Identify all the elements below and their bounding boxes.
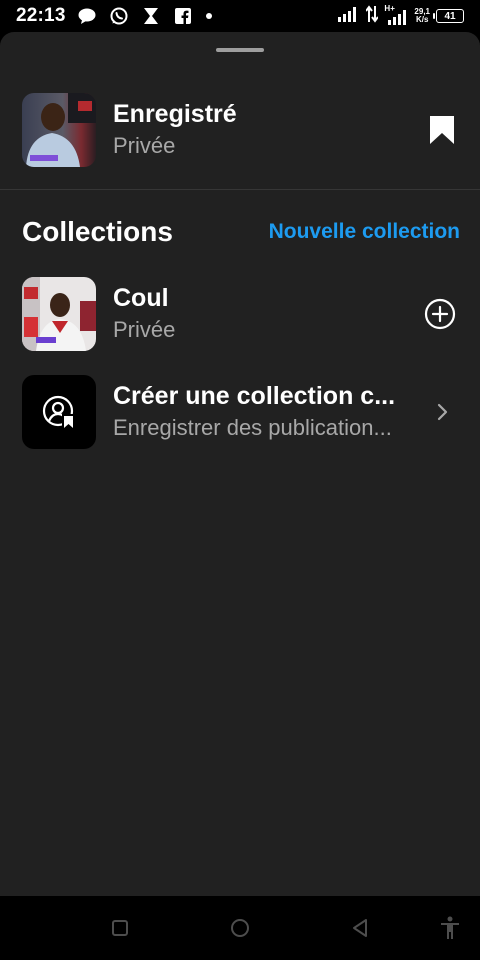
create-collection-thumbnail <box>22 375 96 449</box>
collections-header: Collections Nouvelle collection <box>22 216 460 248</box>
status-bar: 22:13 H+ 29,1 K/s 41 <box>0 0 480 32</box>
accessibility-button[interactable] <box>438 916 462 940</box>
system-indicators: H+ 29,1 K/s 41 <box>338 4 464 28</box>
collections-title: Collections <box>22 216 173 247</box>
collection-thumbnail <box>22 277 96 351</box>
create-collection-title: Créer une collection c... <box>113 382 396 410</box>
create-collection-subtitle: Enregistrer des publication... <box>113 415 392 440</box>
collection-text: Coul Privée <box>113 283 175 345</box>
back-triangle-icon <box>353 919 367 937</box>
battery-icon: 41 <box>433 9 464 23</box>
saved-text: Enregistré Privée <box>113 99 237 161</box>
circle-icon <box>231 919 249 937</box>
signal-h-plus-icon: H+ <box>384 4 408 25</box>
divider <box>0 189 480 190</box>
save-bottom-sheet: Enregistré Privée Collections Nouvelle c… <box>0 32 480 896</box>
bookmark-filled-icon <box>430 116 454 144</box>
facebook-icon <box>174 7 192 25</box>
create-collaborative-collection[interactable]: Créer une collection c... Enregistrer de… <box>0 372 480 452</box>
add-circle-icon <box>424 298 456 330</box>
create-collection-text: Créer une collection c... Enregistrer de… <box>113 381 413 443</box>
chevron-button[interactable] <box>428 397 458 427</box>
collection-title: Coul <box>113 284 169 312</box>
sheet-drag-handle[interactable] <box>216 48 264 52</box>
status-time: 22:13 <box>16 5 66 26</box>
system-navigation-bar <box>0 896 480 960</box>
recents-button[interactable] <box>108 916 132 940</box>
whatsapp-icon <box>110 7 128 25</box>
bookmark-button[interactable] <box>426 114 458 146</box>
add-to-collection-button[interactable] <box>422 296 458 332</box>
square-icon <box>112 920 128 936</box>
network-speed: 29,1 K/s <box>414 8 430 24</box>
new-collection-link[interactable]: Nouvelle collection <box>269 220 460 244</box>
collaborative-collection-icon <box>42 395 75 429</box>
saved-row[interactable]: Enregistré Privée <box>0 90 480 170</box>
accessibility-icon <box>441 916 459 939</box>
notification-icons <box>78 7 212 25</box>
data-arrows-icon <box>365 4 380 28</box>
home-button[interactable] <box>228 916 252 940</box>
collection-subtitle: Privée <box>113 317 176 342</box>
collection-item-coul[interactable]: Coul Privée <box>0 274 480 354</box>
chevron-right-icon <box>437 403 448 421</box>
dot-icon <box>205 13 212 19</box>
message-bubble-icon <box>78 7 96 25</box>
back-button[interactable] <box>348 916 372 940</box>
hourglass-icon <box>142 7 160 25</box>
saved-title: Enregistré <box>113 100 237 128</box>
network-speed-unit: K/s <box>415 15 429 24</box>
signal-icon <box>338 6 360 27</box>
saved-thumbnail <box>22 93 96 167</box>
battery-level: 41 <box>444 10 456 22</box>
saved-subtitle: Privée <box>113 133 176 158</box>
